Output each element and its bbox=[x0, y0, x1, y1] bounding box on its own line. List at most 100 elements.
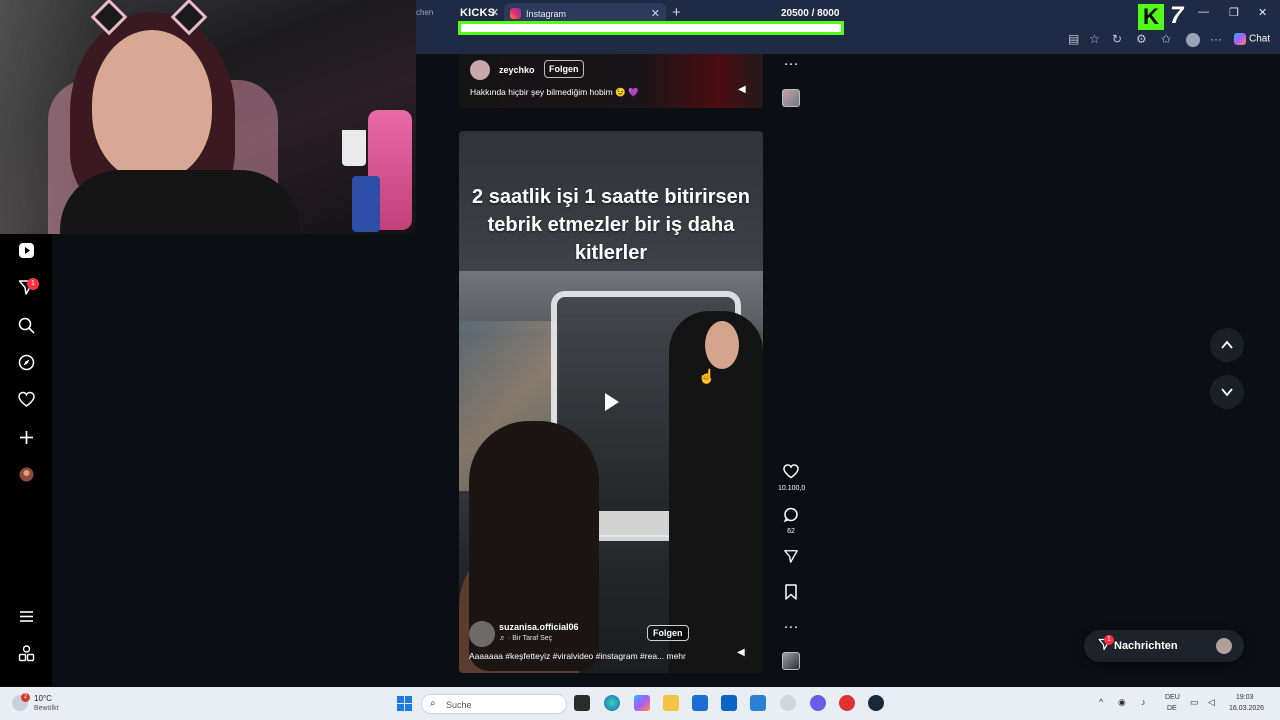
task-view-icon[interactable] bbox=[574, 695, 590, 711]
chevron-up-icon bbox=[1221, 340, 1233, 349]
explore-icon[interactable] bbox=[14, 350, 38, 374]
goal-progress-bar bbox=[458, 21, 844, 35]
comment-icon bbox=[783, 507, 798, 523]
star-icon[interactable]: ☆ bbox=[1089, 32, 1100, 46]
previous-reel-audio-thumbnail[interactable] bbox=[782, 89, 800, 107]
reel-audio-title[interactable]: ♬ · Bir Taraf Seç bbox=[499, 635, 552, 642]
chevron-down-icon bbox=[1221, 388, 1233, 397]
comment-count: 62 bbox=[787, 528, 795, 535]
store-icon[interactable] bbox=[692, 695, 708, 711]
favorites-icon[interactable]: ✩ bbox=[1161, 32, 1171, 46]
weather-temperature: 10°C bbox=[34, 694, 52, 703]
like-heart-icon bbox=[783, 464, 799, 479]
keyboard-layout[interactable]: DE bbox=[1167, 705, 1177, 712]
meta-apps-icon[interactable] bbox=[14, 641, 38, 665]
messages-badge: 1 bbox=[1104, 635, 1114, 645]
new-tab-button[interactable]: + bbox=[672, 4, 681, 21]
reel-stylist-face bbox=[705, 321, 739, 369]
reel-caption-overlay: 2 saatlik işi 1 saatte bitirirsen tebrik… bbox=[472, 186, 750, 264]
reel-sound-icon[interactable]: ◀ bbox=[737, 647, 745, 658]
tab-previous-fragment[interactable]: chen bbox=[416, 8, 433, 17]
webcam-streamer-body bbox=[60, 170, 300, 234]
taskbar-search[interactable]: ⌕ Suche bbox=[421, 694, 567, 714]
create-icon[interactable] bbox=[14, 425, 38, 449]
goal-counter: 20500 / 8000 bbox=[781, 8, 840, 19]
file-explorer-icon[interactable] bbox=[663, 695, 679, 711]
like-count: 10.100,0 bbox=[778, 485, 806, 492]
discord-icon[interactable] bbox=[810, 695, 826, 711]
instagram-favicon-icon bbox=[510, 8, 521, 19]
previous-reel-button[interactable] bbox=[1210, 328, 1244, 362]
reel-author-avatar[interactable] bbox=[469, 621, 495, 647]
share-button[interactable] bbox=[778, 549, 804, 569]
weather-description: Bewölkt bbox=[34, 705, 59, 712]
instagram-sidebar bbox=[0, 234, 52, 686]
goal-progress-fill bbox=[460, 23, 842, 33]
reel-audio-thumbnail[interactable] bbox=[782, 652, 800, 670]
tab-close-icon[interactable]: ✕ bbox=[651, 7, 660, 20]
bookmark-icon bbox=[785, 584, 797, 600]
outlook-icon[interactable] bbox=[721, 695, 737, 711]
close-window-button[interactable]: ✕ bbox=[1258, 6, 1267, 19]
start-button[interactable] bbox=[397, 696, 412, 711]
messages-avatar bbox=[1216, 638, 1232, 654]
tray-chevron-up-icon[interactable]: ^ bbox=[1099, 697, 1103, 707]
weather-badge: 2 bbox=[21, 693, 30, 702]
tab-label: Instagram bbox=[526, 9, 567, 19]
current-reel[interactable]: 2 saatlik işi 1 saatte bitirirsen tebrik… bbox=[459, 131, 763, 673]
edge-browser-icon[interactable] bbox=[604, 695, 620, 711]
profile-avatar[interactable] bbox=[1186, 33, 1200, 47]
tray-display-icon[interactable]: ▭ bbox=[1190, 697, 1199, 708]
previous-reel-username[interactable]: zeychko bbox=[499, 65, 535, 75]
reel-follow-button[interactable]: Folgen bbox=[647, 625, 689, 641]
more-menu-icon[interactable]: ··· bbox=[1210, 32, 1222, 46]
like-button[interactable]: 10.100,0 bbox=[778, 464, 806, 492]
refresh-icon[interactable]: ↻ bbox=[1112, 32, 1122, 46]
messages-label: Nachrichten bbox=[1114, 640, 1178, 652]
previous-reel-sound-icon[interactable]: ◀ bbox=[738, 84, 746, 95]
heart-icon[interactable] bbox=[14, 387, 38, 411]
save-button[interactable] bbox=[778, 584, 804, 605]
reel-author-username[interactable]: suzanisa.official06 bbox=[499, 622, 579, 632]
copilot-chat-button[interactable]: Chat bbox=[1234, 33, 1270, 45]
tray-speaker-icon[interactable]: ◁ bbox=[1208, 697, 1215, 708]
reader-icon[interactable]: ▤ bbox=[1068, 32, 1079, 46]
previous-reel[interactable] bbox=[459, 54, 763, 108]
seven-logo: 7 bbox=[1170, 2, 1184, 29]
taskbar-date[interactable]: 16.03.2026 bbox=[1229, 705, 1264, 712]
steam-icon[interactable] bbox=[868, 695, 884, 711]
messages-button[interactable]: 1 Nachrichten bbox=[1084, 630, 1244, 662]
play-icon[interactable] bbox=[595, 387, 625, 417]
webcam-cup bbox=[342, 130, 366, 166]
previous-reel-follow-button[interactable]: Folgen bbox=[544, 60, 584, 78]
photos-icon[interactable] bbox=[750, 695, 766, 711]
tray-network-icon[interactable]: ◉ bbox=[1118, 697, 1126, 708]
screen: chen KICKS ✕ Instagram ✕ + 20500 / 8000 … bbox=[0, 0, 1280, 720]
reel-description[interactable]: Aaaaaaa #keşfetteyiz #viralvideo #instag… bbox=[469, 651, 719, 661]
reels-icon[interactable] bbox=[14, 238, 38, 262]
menu-icon[interactable] bbox=[14, 604, 38, 628]
obs-icon[interactable] bbox=[839, 695, 855, 711]
restore-button[interactable]: ❐ bbox=[1229, 6, 1239, 19]
extensions-icon[interactable]: ⚙ bbox=[1136, 32, 1147, 46]
language-indicator[interactable]: DEU bbox=[1165, 694, 1180, 701]
tray-microphone-icon[interactable]: ♪ bbox=[1141, 697, 1146, 707]
chat-label: Chat bbox=[1249, 33, 1271, 45]
search-icon: ⌕ bbox=[430, 698, 436, 709]
minimize-button[interactable]: — bbox=[1198, 6, 1209, 18]
reel-more-button[interactable]: ··· bbox=[778, 619, 804, 635]
copilot-app-icon[interactable] bbox=[634, 695, 650, 711]
direct-notification-badge: 1 bbox=[27, 278, 39, 290]
kicks-close-icon[interactable]: ✕ bbox=[490, 6, 499, 19]
next-reel-button[interactable] bbox=[1210, 375, 1244, 409]
comment-button[interactable]: 62 bbox=[778, 507, 804, 535]
webcam-can bbox=[352, 176, 380, 232]
search-icon[interactable] bbox=[14, 313, 38, 337]
settings-icon[interactable] bbox=[780, 695, 796, 711]
webcam-overlay bbox=[0, 0, 416, 234]
taskbar-time[interactable]: 19:03 bbox=[1236, 694, 1254, 701]
previous-reel-more-button[interactable]: ··· bbox=[778, 56, 804, 72]
profile-icon[interactable] bbox=[14, 462, 38, 486]
share-icon bbox=[784, 550, 798, 563]
previous-reel-avatar[interactable] bbox=[470, 60, 490, 80]
